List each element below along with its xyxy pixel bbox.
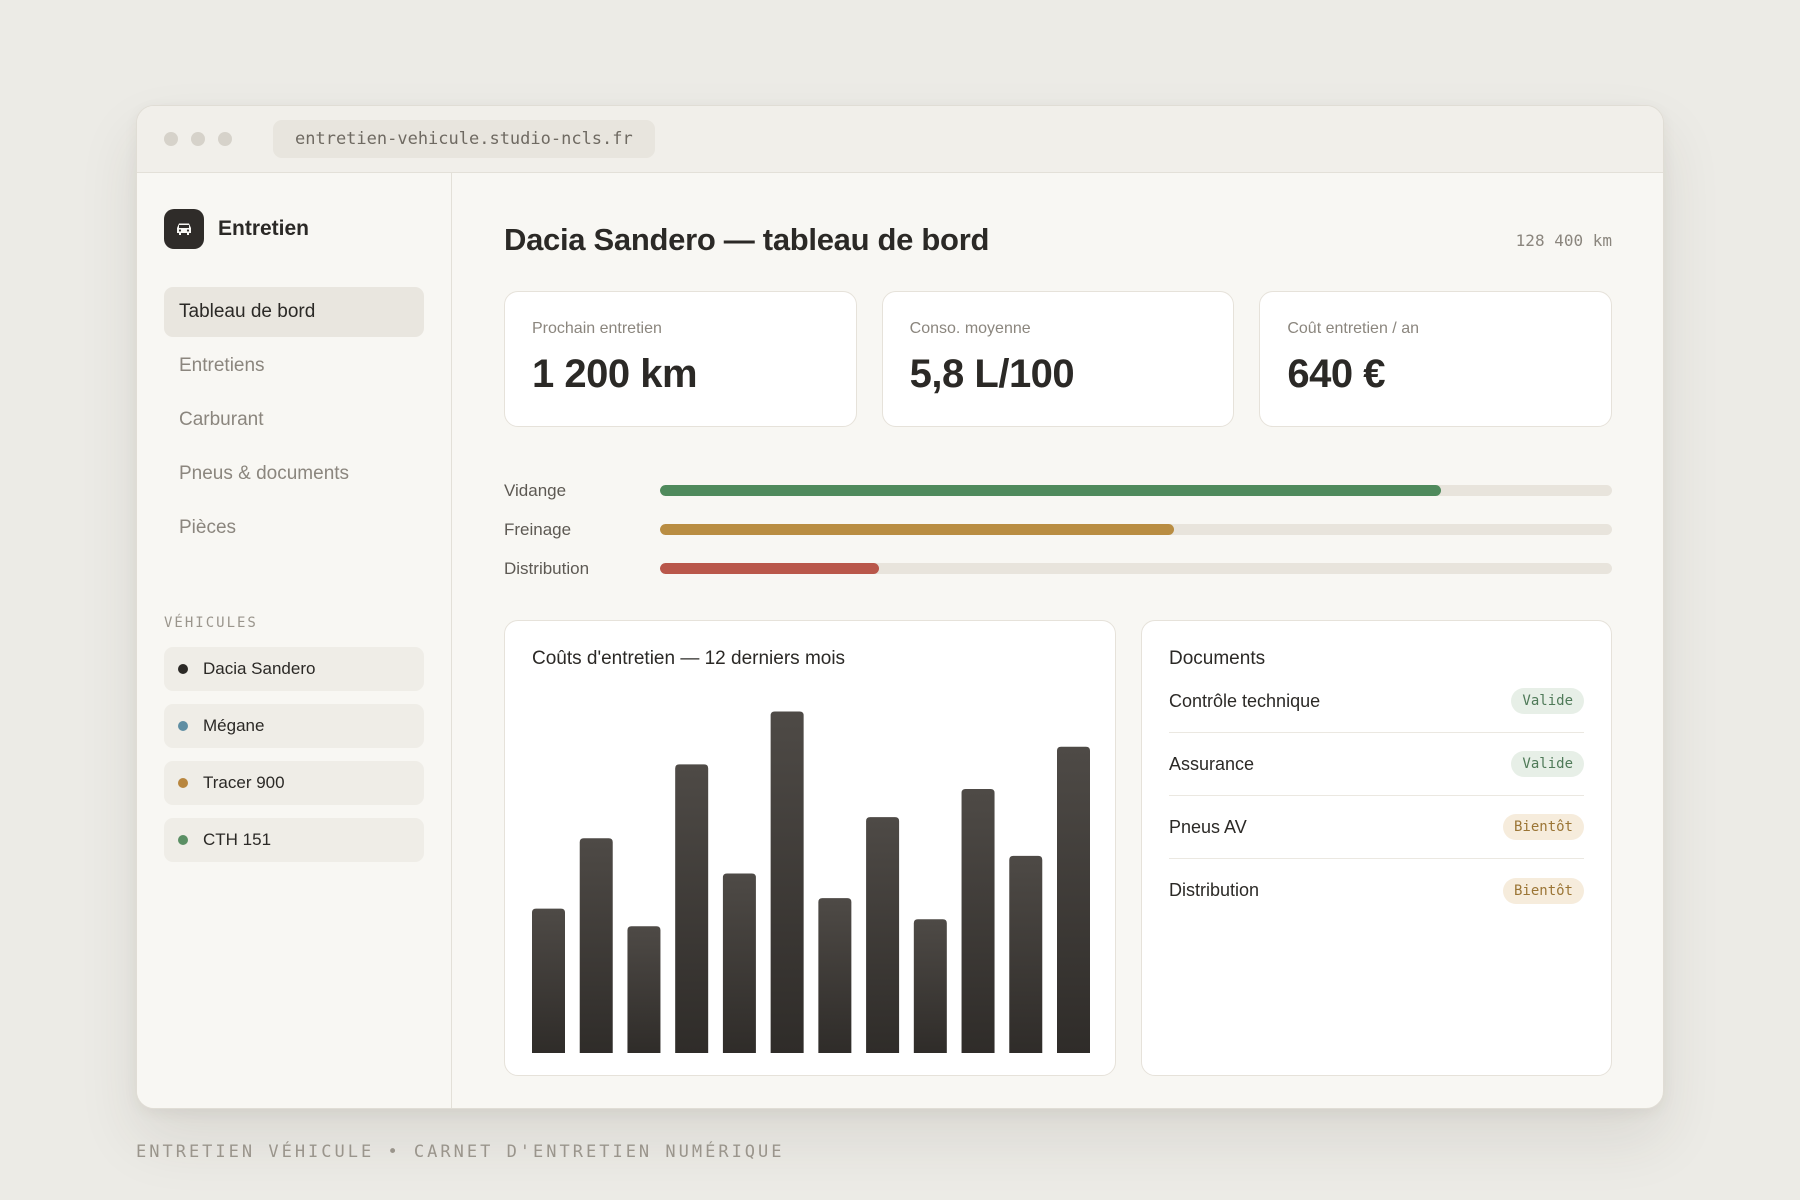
- chart-bar: [818, 898, 852, 1053]
- wear-row-vidange: Vidange: [504, 471, 1612, 510]
- nav-item-pieces[interactable]: Pièces: [164, 503, 424, 553]
- chart-bar: [579, 838, 613, 1053]
- document-row-pneus-av[interactable]: Pneus AV Bientôt: [1169, 796, 1584, 859]
- vehicles-section-label: VÉHICULES: [164, 615, 258, 631]
- chart-bar: [675, 764, 709, 1053]
- wear-label: Distribution: [504, 558, 590, 578]
- documents-title: Documents: [1169, 648, 1266, 669]
- wear-label: Freinage: [504, 519, 572, 539]
- wear-row-distribution: Distribution: [504, 549, 1612, 588]
- brand: Entretien: [164, 209, 424, 249]
- cost-chart: [532, 711, 1090, 1053]
- status-badge: Bientôt: [1502, 814, 1584, 840]
- chart-bar: [961, 789, 995, 1053]
- document-label: Assurance: [1169, 753, 1255, 774]
- wear-track: [660, 524, 1612, 535]
- kpi-value: 1 200 km: [532, 352, 698, 396]
- kpi-card-annual-cost: Coût entretien / an 640 €: [1259, 291, 1613, 427]
- wear-fill: [660, 485, 1441, 496]
- vehicle-label: Dacia Sandero: [203, 659, 316, 678]
- chart-bar: [627, 926, 661, 1053]
- minimize-window-button[interactable]: [191, 132, 205, 146]
- wear-track: [660, 485, 1612, 496]
- document-row-controle-technique[interactable]: Contrôle technique Valide: [1169, 670, 1584, 733]
- sidebar: Entretien Tableau de bord Entretiens Car…: [137, 173, 452, 1108]
- kpi-card-next-service: Prochain entretien 1 200 km: [504, 291, 857, 427]
- chart-bar: [722, 873, 756, 1053]
- vehicle-color-dot: [178, 778, 188, 788]
- vehicle-color-dot: [178, 835, 188, 845]
- kpi-value: 5,8 L/100: [909, 352, 1075, 396]
- nav-item-carburant[interactable]: Carburant: [164, 395, 424, 445]
- vehicle-label: Mégane: [203, 716, 265, 735]
- vehicle-label: Tracer 900: [203, 773, 285, 792]
- main-nav: Tableau de bord Entretiens Carburant Pne…: [164, 287, 424, 553]
- chart-title: Coûts d'entretien — 12 derniers mois: [532, 648, 846, 669]
- status-badge: Bientôt: [1502, 877, 1584, 904]
- wear-bars: Vidange Freinage Distribution: [504, 471, 1612, 588]
- page-footer: ENTRETIEN VÉHICULE • CARNET D'ENTRETIEN …: [136, 1142, 785, 1162]
- vehicle-cth-151[interactable]: CTH 151: [164, 818, 424, 862]
- vehicle-tracer-900[interactable]: Tracer 900: [164, 761, 424, 805]
- documents-card: Documents Contrôle technique Valide Assu…: [1141, 620, 1612, 1076]
- title-bar: entretien-vehicule.studio-ncls.fr: [137, 106, 1663, 173]
- brand-label: Entretien: [218, 217, 310, 240]
- chart-bar: [1009, 855, 1043, 1053]
- kpi-label: Conso. moyenne: [909, 320, 1031, 337]
- vehicle-megane[interactable]: Mégane: [164, 704, 424, 748]
- chart-bar: [913, 919, 947, 1053]
- page-title: Dacia Sandero — tableau de bord: [504, 222, 990, 257]
- close-window-button[interactable]: [164, 132, 178, 146]
- kpi-value: 640 €: [1287, 352, 1385, 396]
- vehicle-color-dot: [178, 721, 188, 731]
- kpi-label: Coût entretien / an: [1287, 320, 1419, 337]
- vehicle-dacia-sandero[interactable]: Dacia Sandero: [164, 647, 424, 691]
- kpi-label: Prochain entretien: [532, 320, 662, 337]
- wear-fill: [660, 563, 879, 574]
- document-label: Distribution: [1169, 880, 1260, 900]
- chart-bar: [1057, 746, 1090, 1053]
- cost-chart-card: Coûts d'entretien — 12 derniers mois: [504, 620, 1116, 1076]
- chart-bar: [770, 711, 804, 1053]
- vehicle-color-dot: [178, 664, 188, 674]
- kpi-card-consumption: Conso. moyenne 5,8 L/100: [881, 291, 1235, 427]
- status-badge: Valide: [1511, 751, 1584, 777]
- document-label: Contrôle technique: [1169, 690, 1321, 711]
- nav-item-pneus-documents[interactable]: Pneus & documents: [164, 449, 424, 499]
- nav-item-tableau-de-bord[interactable]: Tableau de bord: [164, 287, 424, 337]
- chart-bar: [866, 817, 900, 1053]
- kpi-row: Prochain entretien 1 200 km Conso. moyen…: [504, 291, 1613, 427]
- maximize-window-button[interactable]: [218, 132, 232, 146]
- nav-item-entretiens[interactable]: Entretiens: [164, 341, 424, 391]
- wear-row-freinage: Freinage: [504, 510, 1612, 549]
- address-bar[interactable]: entretien-vehicule.studio-ncls.fr: [273, 120, 655, 158]
- car-icon: [164, 209, 204, 249]
- wear-track: [660, 563, 1612, 574]
- page-header: Dacia Sandero — tableau de bord 128 400 …: [504, 215, 1612, 265]
- browser-window: entretien-vehicule.studio-ncls.fr Entret…: [136, 105, 1664, 1109]
- document-label: Pneus AV: [1169, 816, 1247, 837]
- document-row-distribution[interactable]: Distribution Bientôt: [1169, 859, 1584, 922]
- wear-fill: [660, 524, 1175, 535]
- status-badge: Valide: [1511, 688, 1584, 714]
- vehicle-label: CTH 151: [203, 830, 272, 849]
- chart-bar: [532, 908, 565, 1053]
- document-row-assurance[interactable]: Assurance Valide: [1169, 733, 1584, 796]
- wear-label: Vidange: [504, 480, 567, 500]
- odometer-readout: 128 400 km: [1515, 230, 1612, 250]
- main-content: Dacia Sandero — tableau de bord 128 400 …: [452, 173, 1663, 1108]
- bottom-panels: Coûts d'entretien — 12 derniers mois Doc…: [504, 620, 1612, 1076]
